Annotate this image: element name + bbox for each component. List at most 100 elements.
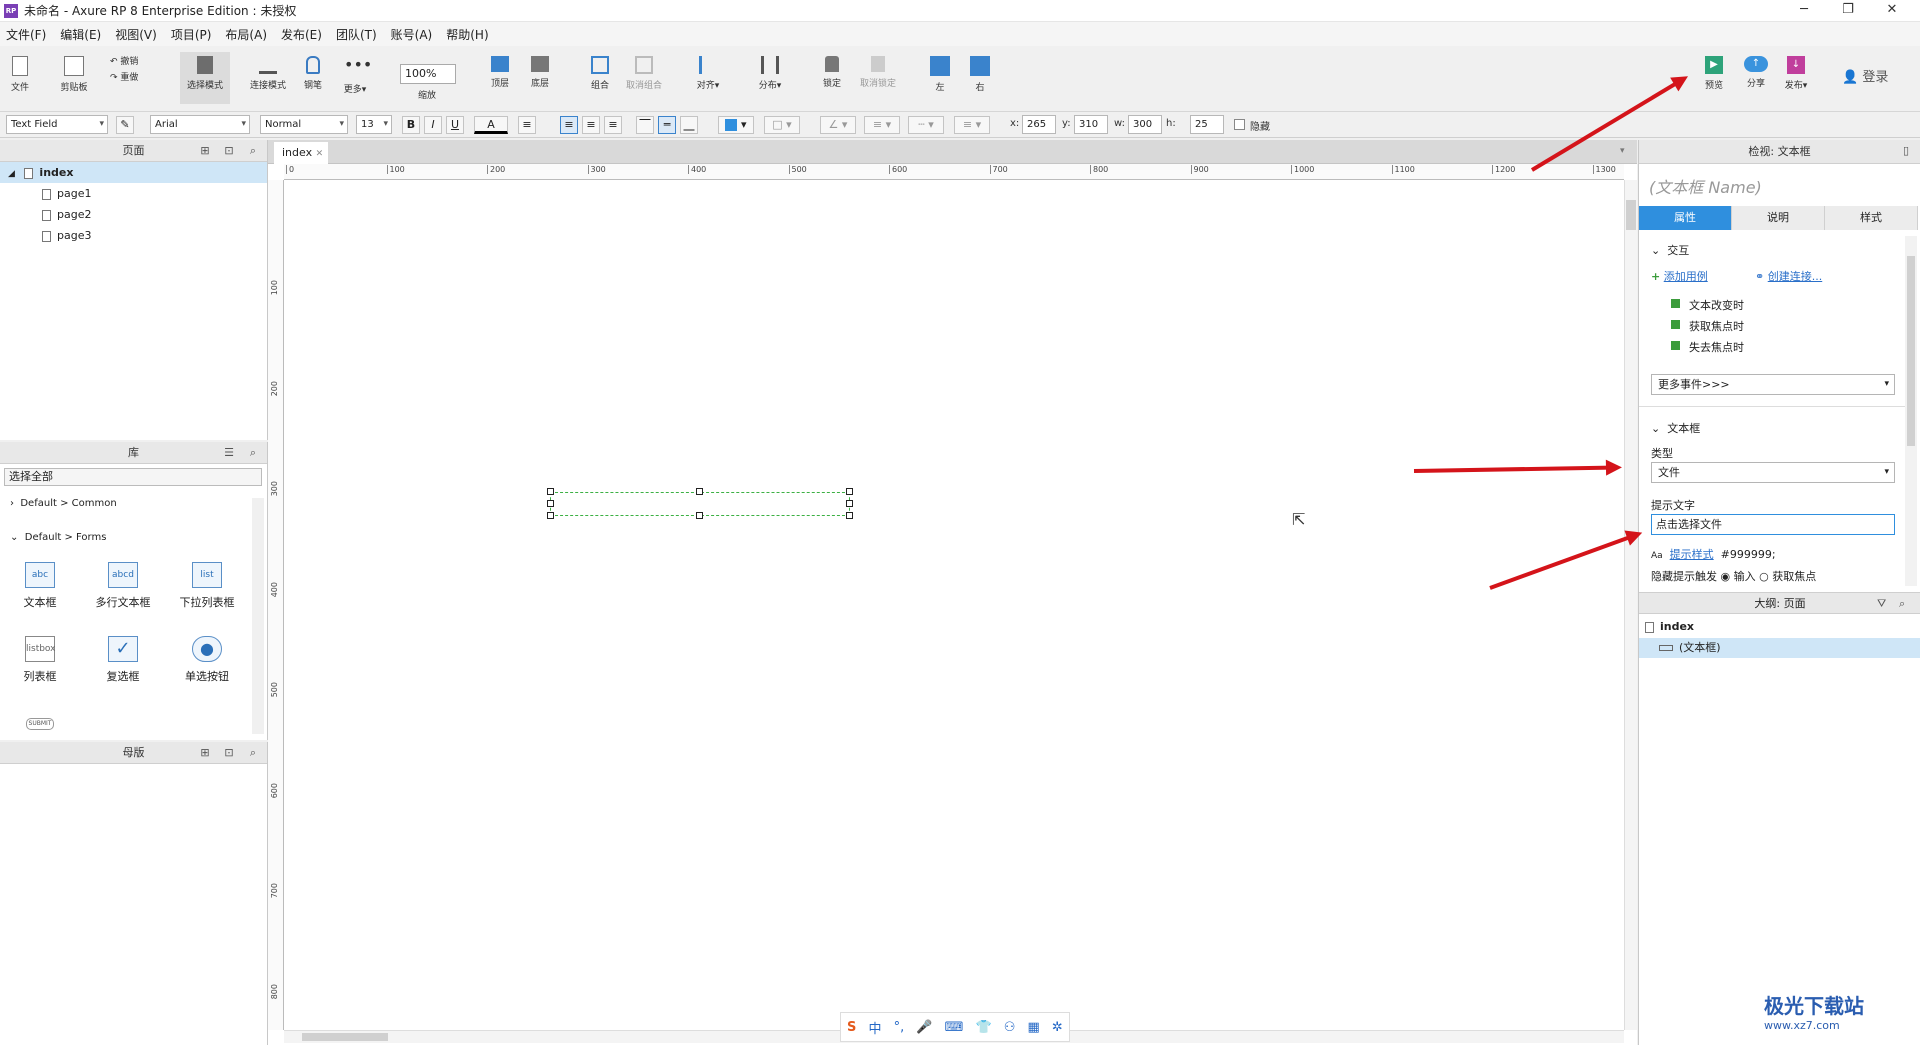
line-style-icon[interactable]: ┄ ▾ <box>908 116 944 134</box>
collapse-icon[interactable]: ◢ <box>8 169 15 179</box>
menu-view[interactable]: 视图(V) <box>115 26 157 43</box>
font-family-select[interactable]: Arial <box>150 115 250 134</box>
add-folder-icon[interactable]: ⊡ <box>222 144 236 158</box>
shadow-icon[interactable]: □ ▾ <box>764 116 800 134</box>
resize-handle[interactable] <box>846 488 853 495</box>
fill-color-icon[interactable]: ▾ <box>718 116 754 134</box>
clipboard-button[interactable]: 剪贴板 <box>56 56 92 93</box>
resize-handle[interactable] <box>547 500 554 507</box>
login-button[interactable]: 👤 登录 <box>1842 66 1888 85</box>
ime-logo-icon[interactable]: S <box>847 1020 856 1035</box>
radio-input-on-type[interactable]: ◉ <box>1721 570 1731 583</box>
tree-item-page2[interactable]: page2 <box>0 204 267 225</box>
select-mode-button[interactable]: 选择模式 <box>180 52 230 104</box>
publish-button[interactable]: ↓ 发布▾ <box>1782 56 1810 91</box>
hide-checkbox[interactable] <box>1234 119 1245 130</box>
interaction-section[interactable]: ⌄ 交互 <box>1651 242 1689 258</box>
line-color-icon[interactable]: ∠ ▾ <box>820 116 856 134</box>
unlock-button[interactable]: 取消锁定 <box>856 56 900 89</box>
bold-button[interactable]: B <box>402 116 420 134</box>
textbox-section[interactable]: ⌄ 文本框 <box>1651 420 1700 436</box>
more-button[interactable]: ••• 更多▾ <box>340 56 373 96</box>
resize-handle[interactable] <box>696 512 703 519</box>
w-input[interactable]: 300 <box>1128 115 1162 134</box>
undo-button[interactable]: ↶ 撤销 <box>110 54 150 67</box>
ime-robot-icon[interactable]: ⚇ <box>1004 1020 1016 1035</box>
ungroup-button[interactable]: 取消组合 <box>622 56 666 91</box>
align-center-icon[interactable]: ≡ <box>582 116 600 134</box>
resize-handle[interactable] <box>547 488 554 495</box>
tab-properties[interactable]: 属性 <box>1639 206 1732 230</box>
font-color-button[interactable]: A <box>474 116 508 134</box>
widget-listbox[interactable]: listbox 列表框 <box>5 636 75 684</box>
ime-keyboard-icon[interactable]: ⌨ <box>945 1020 964 1035</box>
search-icon[interactable]: ⌕ <box>246 144 260 158</box>
menu-icon[interactable]: ☰ <box>222 446 236 460</box>
library-group-common[interactable]: › Default > Common <box>10 498 117 509</box>
submit-button-icon[interactable]: SUBMIT <box>26 718 54 730</box>
resize-handle[interactable] <box>846 500 853 507</box>
tab-overflow-icon[interactable]: ▾ <box>1620 146 1625 156</box>
canvas-area[interactable] <box>268 140 1637 1045</box>
align-button[interactable]: 对齐▾ <box>692 56 724 91</box>
widget-name-input[interactable]: (文本框 Name) <box>1649 174 1762 198</box>
radio-input-on-focus[interactable]: ○ <box>1759 570 1769 583</box>
line-width-icon[interactable]: ≡ ▾ <box>864 116 900 134</box>
ime-skin-icon[interactable]: 👕 <box>976 1020 992 1035</box>
library-scrollbar[interactable] <box>252 498 264 734</box>
search-icon[interactable]: ⌕ <box>246 746 260 760</box>
redo-button[interactable]: ↷ 重做 <box>110 70 150 83</box>
event-on-blur[interactable]: 失去焦点时 <box>1671 339 1744 355</box>
y-input[interactable]: 310 <box>1074 115 1108 134</box>
menu-project[interactable]: 项目(P) <box>171 26 212 43</box>
file-button[interactable]: 文件 <box>8 56 32 93</box>
widget-dropdown[interactable]: list 下拉列表框 <box>172 562 242 610</box>
pen-button[interactable]: 钢笔 <box>302 56 324 91</box>
ime-voice-icon[interactable]: 🎤 <box>916 1020 932 1035</box>
tab-index[interactable]: index ✕ <box>274 142 328 164</box>
widget-textarea[interactable]: abcd 多行文本框 <box>88 562 158 610</box>
tab-notes[interactable]: 说明 <box>1732 206 1825 230</box>
ime-apps-icon[interactable]: ▦ <box>1028 1020 1040 1035</box>
resize-handle[interactable] <box>547 512 554 519</box>
preview-button[interactable]: ▶ 预览 <box>1702 56 1726 91</box>
inspector-scrollbar[interactable] <box>1905 236 1917 586</box>
add-folder-icon[interactable]: ⊡ <box>222 746 236 760</box>
widget-type-select[interactable]: Text Field <box>6 115 108 134</box>
minimize-button[interactable]: ─ <box>1782 0 1826 22</box>
menu-team[interactable]: 团队(T) <box>336 26 377 43</box>
x-input[interactable]: 265 <box>1022 115 1056 134</box>
more-events-select[interactable]: 更多事件>>> <box>1651 374 1895 395</box>
restore-button[interactable]: ❐ <box>1826 0 1870 22</box>
tree-item-index[interactable]: ◢ index <box>0 162 267 183</box>
widget-checkbox[interactable]: ✓ 复选框 <box>88 636 158 684</box>
valign-top-icon[interactable]: ⎺ <box>636 116 654 134</box>
bring-to-top-button[interactable]: 顶层 <box>488 56 512 89</box>
outline-item-textbox[interactable]: (文本框) <box>1639 638 1920 658</box>
menu-help[interactable]: 帮助(H) <box>446 26 488 43</box>
widget-radio[interactable]: ● 单选按钮 <box>172 636 242 684</box>
italic-button[interactable]: I <box>424 116 442 134</box>
resize-handle[interactable] <box>696 488 703 495</box>
menu-account[interactable]: 账号(A) <box>391 26 433 43</box>
hint-style-row[interactable]: Aa 提示样式 #999999; <box>1651 546 1776 562</box>
h-input[interactable]: 25 <box>1190 115 1224 134</box>
share-button[interactable]: ↑ 分享 <box>1742 56 1770 89</box>
menu-publish[interactable]: 发布(E) <box>281 26 322 43</box>
valign-bottom-icon[interactable]: ⎽ <box>680 116 698 134</box>
valign-middle-icon[interactable]: ═ <box>658 116 676 134</box>
outline-item-index[interactable]: index <box>1645 620 1694 633</box>
font-weight-select[interactable]: Normal <box>260 115 348 134</box>
page-icon[interactable]: ▯ <box>1899 144 1913 158</box>
distribute-button[interactable]: 分布▾ <box>754 56 786 91</box>
ime-settings-icon[interactable]: ✲ <box>1052 1020 1063 1035</box>
zoom-select[interactable]: 100% <box>400 64 456 84</box>
left-panel-button[interactable]: 左 <box>928 56 952 93</box>
add-case-link[interactable]: + 添加用例 <box>1651 268 1708 284</box>
canvas-vertical-scrollbar[interactable] <box>1624 180 1637 1030</box>
tab-style[interactable]: 样式 <box>1825 206 1918 230</box>
style-edit-icon[interactable]: ✎ <box>116 116 134 134</box>
align-right-icon[interactable]: ≡ <box>604 116 622 134</box>
bullet-list-icon[interactable]: ≡ <box>518 116 536 134</box>
arrow-style-icon[interactable]: ≡ ▾ <box>954 116 990 134</box>
